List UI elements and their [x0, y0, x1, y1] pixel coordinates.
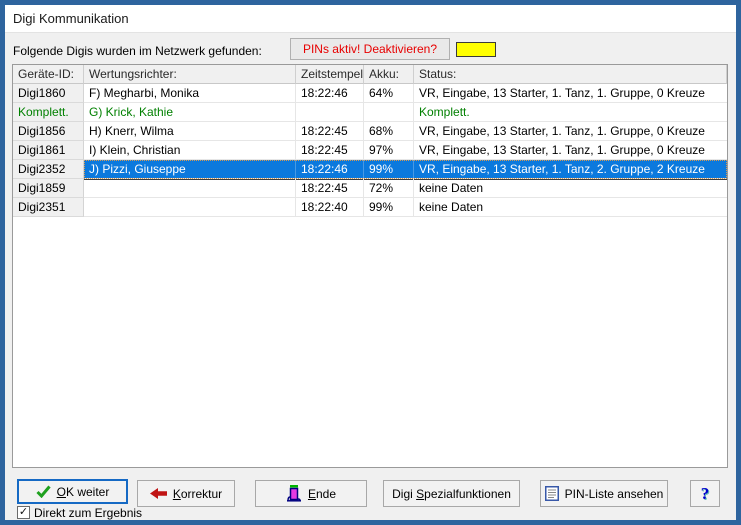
cell-battery[interactable]: 68%: [364, 122, 414, 140]
pins-button-label: PINs aktiv! Deaktivieren?: [303, 42, 437, 56]
help-button[interactable]: ?: [690, 480, 720, 507]
spezial-label: Digi Spezialfunktionen: [392, 487, 511, 501]
korrektur-button[interactable]: Korrektur: [137, 480, 235, 507]
cell-timestamp[interactable]: 18:22:46: [296, 160, 364, 178]
column-header-geraete-id: Geräte-ID:: [13, 65, 84, 84]
cell-judge[interactable]: I) Klein, Christian: [84, 141, 296, 159]
found-devices-label: Folgende Digis wurden im Netzwerk gefund…: [13, 44, 262, 58]
cell-timestamp[interactable]: 18:22:40: [296, 198, 364, 216]
cell-judge[interactable]: H) Knerr, Wilma: [84, 122, 296, 140]
row-cells[interactable]: G) Krick, Kathie Komplett.: [84, 103, 727, 122]
question-mark-icon: ?: [701, 484, 710, 504]
table-row[interactable]: Digi235118:22:4099%keine Daten: [13, 198, 727, 217]
cell-device-id[interactable]: Digi1861: [13, 141, 84, 160]
cell-judge[interactable]: [84, 179, 296, 197]
column-header-wertungsrichter: Wertungsrichter:: [84, 65, 296, 84]
pins-deactivate-button[interactable]: PINs aktiv! Deaktivieren?: [290, 38, 450, 60]
window-title: Digi Kommunikation: [13, 11, 129, 26]
cell-battery[interactable]: 64%: [364, 84, 414, 102]
cell-status[interactable]: VR, Eingabe, 13 Starter, 1. Tanz, 1. Gru…: [414, 84, 727, 102]
cell-battery[interactable]: 99%: [364, 198, 414, 216]
ende-label: Ende: [308, 487, 336, 501]
document-list-icon: [545, 486, 559, 501]
table-row[interactable]: Digi1860F) Megharbi, Monika18:22:4664%VR…: [13, 84, 727, 103]
row-cells[interactable]: F) Megharbi, Monika18:22:4664%VR, Eingab…: [84, 84, 727, 103]
title-bar[interactable]: Digi Kommunikation: [5, 5, 736, 33]
ok-weiter-button[interactable]: OK weiter: [17, 479, 128, 504]
cell-status[interactable]: Komplett.: [414, 103, 727, 121]
cell-device-id[interactable]: Komplett.: [13, 103, 84, 122]
device-table-body: Digi1860F) Megharbi, Monika18:22:4664%VR…: [13, 84, 727, 217]
direkt-zum-ergebnis-checkbox[interactable]: ✓ Direkt zum Ergebnis: [17, 505, 142, 520]
cell-battery[interactable]: [364, 103, 414, 121]
cell-status[interactable]: keine Daten: [414, 198, 727, 216]
table-row[interactable]: Digi185918:22:4572%keine Daten: [13, 179, 727, 198]
cell-judge[interactable]: F) Megharbi, Monika: [84, 84, 296, 102]
cell-status[interactable]: VR, Eingabe, 13 Starter, 1. Tanz, 1. Gru…: [414, 141, 727, 159]
cell-battery[interactable]: 72%: [364, 179, 414, 197]
cell-timestamp[interactable]: [296, 103, 364, 121]
arrow-left-icon: [150, 488, 167, 499]
check-icon: [36, 485, 51, 498]
cell-battery[interactable]: 99%: [364, 160, 414, 178]
checkbox-box[interactable]: ✓: [17, 506, 30, 519]
cell-status[interactable]: VR, Eingabe, 13 Starter, 1. Tanz, 2. Gru…: [414, 160, 727, 178]
cell-judge[interactable]: J) Pizzi, Giuseppe: [84, 160, 296, 178]
status-indicator-panel: [456, 42, 496, 57]
ok-weiter-label: OK weiter: [57, 485, 110, 499]
device-table: Geräte-ID: Wertungsrichter: Zeitstempel:…: [12, 64, 728, 468]
table-row[interactable]: Digi1856H) Knerr, Wilma18:22:4568%VR, Ei…: [13, 122, 727, 141]
column-header-akku: Akku:: [364, 65, 414, 84]
dialog-window: Digi Kommunikation Folgende Digis wurden…: [0, 0, 741, 525]
column-header-status: Status:: [414, 65, 727, 84]
column-header-zeitstempel: Zeitstempel:: [296, 65, 364, 84]
table-row[interactable]: Digi2352J) Pizzi, Giuseppe18:22:4699%VR,…: [13, 160, 727, 179]
pin-liste-label: PIN-Liste ansehen: [565, 487, 664, 501]
cell-judge[interactable]: [84, 198, 296, 216]
ende-button[interactable]: Ende: [255, 480, 367, 507]
cell-timestamp[interactable]: 18:22:46: [296, 84, 364, 102]
exit-door-icon: [286, 485, 302, 502]
cell-timestamp[interactable]: 18:22:45: [296, 141, 364, 159]
cell-device-id[interactable]: Digi1859: [13, 179, 84, 198]
cell-device-id[interactable]: Digi1856: [13, 122, 84, 141]
checkmark-icon: ✓: [19, 506, 28, 518]
cell-battery[interactable]: 97%: [364, 141, 414, 159]
checkbox-label: Direkt zum Ergebnis: [34, 506, 142, 520]
cell-device-id[interactable]: Digi1860: [13, 84, 84, 103]
cell-judge[interactable]: G) Krick, Kathie: [84, 103, 296, 121]
table-header: Geräte-ID: Wertungsrichter: Zeitstempel:…: [13, 65, 727, 84]
cell-timestamp[interactable]: 18:22:45: [296, 179, 364, 197]
digi-spezialfunktionen-button[interactable]: Digi Spezialfunktionen: [383, 480, 520, 507]
cell-device-id[interactable]: Digi2352: [13, 160, 84, 179]
row-cells[interactable]: H) Knerr, Wilma18:22:4568%VR, Eingabe, 1…: [84, 122, 727, 141]
cell-device-id[interactable]: Digi2351: [13, 198, 84, 217]
korrektur-label: Korrektur: [173, 487, 222, 501]
row-cells[interactable]: 18:22:4572%keine Daten: [84, 179, 727, 198]
table-row[interactable]: Digi1861I) Klein, Christian18:22:4597%VR…: [13, 141, 727, 160]
cell-status[interactable]: keine Daten: [414, 179, 727, 197]
cell-status[interactable]: VR, Eingabe, 13 Starter, 1. Tanz, 1. Gru…: [414, 122, 727, 140]
row-cells[interactable]: 18:22:4099%keine Daten: [84, 198, 727, 217]
table-row[interactable]: Komplett.G) Krick, KathieKomplett.: [13, 103, 727, 122]
cell-timestamp[interactable]: 18:22:45: [296, 122, 364, 140]
row-cells[interactable]: I) Klein, Christian18:22:4597%VR, Eingab…: [84, 141, 727, 160]
row-cells[interactable]: J) Pizzi, Giuseppe18:22:4699%VR, Eingabe…: [84, 160, 727, 179]
pin-liste-button[interactable]: PIN-Liste ansehen: [540, 480, 668, 507]
